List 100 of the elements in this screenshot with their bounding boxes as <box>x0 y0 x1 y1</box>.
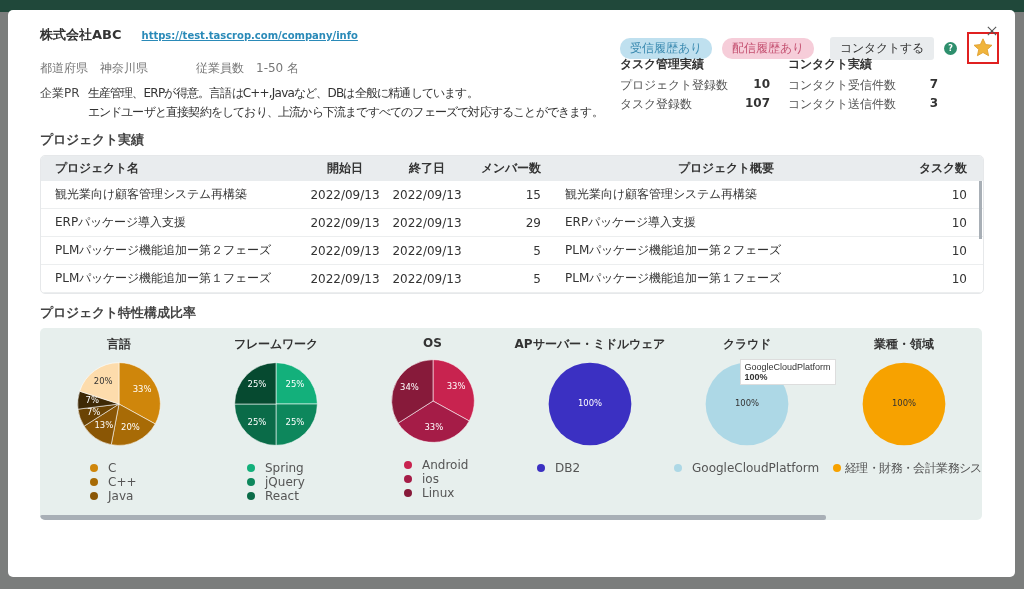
table-cell-text: 観光業向け顧客管理システム再構築 <box>54 186 248 203</box>
slice-label: 100% <box>577 397 602 408</box>
table-cell-text: 10 <box>950 215 968 230</box>
chart-title: クラウド <box>722 336 771 353</box>
pr-label: 企業PR <box>40 85 80 102</box>
table-cell-text: 2022/09/13 <box>391 271 463 286</box>
column-header: メンバー数 <box>480 160 542 177</box>
column-header: プロジェクト名 <box>54 160 140 177</box>
table-cell-text: 5 <box>532 271 542 286</box>
chart-title: OS <box>423 336 442 350</box>
section-title: プロジェクト実績 <box>40 131 145 149</box>
pie-slice[interactable] <box>390 359 433 424</box>
stats-label: コンタクト受信件数 <box>788 77 896 94</box>
table-cell-text: ERPパッケージ導入支援 <box>564 214 698 231</box>
close-icon[interactable] <box>987 26 997 36</box>
stats-label: コンタクト送信件数 <box>788 96 896 113</box>
slice-label: 25% <box>247 416 266 427</box>
slice-label: 100% <box>891 397 916 408</box>
legend-label: C++ <box>108 475 137 489</box>
slice-label: 20% <box>93 376 113 387</box>
table-cell-text: 2022/09/13 <box>309 187 381 202</box>
slice-label: 25% <box>285 378 304 389</box>
history-badge: 配信履歴あり <box>722 37 814 59</box>
slice-label: 100% <box>734 397 759 408</box>
slice-label: 33% <box>446 381 466 392</box>
help-icon[interactable]: ? <box>944 41 957 55</box>
legend-label: Linux <box>422 486 455 500</box>
column-header: プロジェクト概要 <box>677 160 775 177</box>
slice-label: 25% <box>247 378 266 389</box>
table-cell-text: 29 <box>524 215 542 230</box>
legend-label: C <box>108 461 117 475</box>
stats-value: 7 <box>929 77 938 93</box>
legend-label: jQuery <box>265 475 305 489</box>
stats-label: プロジェクト登録数 <box>620 77 728 94</box>
legend-label: 経理・財務・会計業務シス <box>845 461 982 475</box>
pie-slice[interactable] <box>548 362 631 446</box>
table-cell-text: PLMパッケージ機能追加ー第１フェーズ <box>54 270 273 287</box>
legend-label: DB2 <box>555 461 581 475</box>
legend-label: React <box>265 489 299 503</box>
chart-title: APサーバー・ミドルウェア <box>514 336 665 353</box>
slice-label: 33% <box>423 421 443 432</box>
slice-label: 20% <box>120 422 140 433</box>
table-cell-text: 5 <box>532 243 542 258</box>
pr-text: エンドユーザと直接契約をしており、上流から下流まですべてのフェーズで対応することができます。 <box>87 104 603 121</box>
section-title: プロジェクト特性構成比率 <box>40 304 197 322</box>
chart-title: 言語 <box>106 336 131 353</box>
table-cell-text: 2022/09/13 <box>391 243 463 258</box>
stats-label: タスク登録数 <box>620 96 692 113</box>
table-cell-text: 15 <box>524 187 542 202</box>
table-cell-text: 10 <box>950 187 968 202</box>
company-url-link[interactable]: https://test.tascrop.com/company/info <box>141 30 358 41</box>
legend-label: ios <box>422 472 439 486</box>
stats-title: タスク管理実績 <box>620 56 705 73</box>
pie-slice[interactable] <box>233 403 276 446</box>
slice-label: 7% <box>85 395 99 406</box>
table-cell-text: ERPパッケージ導入支援 <box>54 214 188 231</box>
table-cell-text: PLMパッケージ機能追加ー第１フェーズ <box>564 270 783 287</box>
chart-title: フレームワーク <box>233 336 318 353</box>
legend-label: GoogleCloudPlatform <box>692 461 820 475</box>
table-cell-text: 2022/09/13 <box>391 215 463 230</box>
tooltip-name: GoogleCloudPlatform <box>744 362 831 372</box>
employees-label: 従業員数 <box>196 60 244 77</box>
table-cell-text: 2022/09/13 <box>309 215 381 230</box>
pie-slice[interactable] <box>397 400 469 443</box>
pie-slice[interactable] <box>233 362 276 405</box>
table-cell-text: 10 <box>950 243 968 258</box>
legend-label: Android <box>422 458 469 472</box>
slice-label: 7% <box>86 407 100 417</box>
table-cell-text: 2022/09/13 <box>309 271 381 286</box>
stats-value: 10 <box>753 77 770 93</box>
column-header: 終了日 <box>408 160 446 177</box>
pie-slice[interactable] <box>78 362 119 405</box>
pr-text: 生産管理、ERPが得意。言語はC++,Javaなど、DBは全般に精通しています。 <box>87 85 479 102</box>
slice-label: 33% <box>132 384 152 395</box>
legend-label: Java <box>108 489 134 503</box>
slice-label: 34% <box>399 381 419 392</box>
table-cell-text: 2022/09/13 <box>309 243 381 258</box>
slice-label: 25% <box>285 416 304 427</box>
employees-value: 1-50 名 <box>256 60 300 77</box>
scrollbar[interactable] <box>979 181 982 239</box>
stats-value: 107 <box>744 96 770 112</box>
company-name: 株式会社ABC <box>40 26 122 44</box>
pie-slice[interactable] <box>432 359 475 422</box>
stats-value: 3 <box>929 96 938 112</box>
table-cell-text: PLMパッケージ機能追加ー第２フェーズ <box>54 242 273 259</box>
table-cell-text: 2022/09/13 <box>391 187 463 202</box>
column-header: タスク数 <box>918 160 968 177</box>
favorite-button[interactable] <box>967 32 999 64</box>
chart-title: 業種・領域 <box>873 336 934 353</box>
star-icon <box>972 37 994 59</box>
prefecture-label: 都道府県 <box>40 60 88 77</box>
table-cell-text: PLMパッケージ機能追加ー第２フェーズ <box>564 242 783 259</box>
scrollbar[interactable] <box>40 515 826 520</box>
tooltip-value: 100% <box>744 372 769 382</box>
column-header: 開始日 <box>326 160 364 177</box>
legend-label: Spring <box>265 461 304 475</box>
slice-label: 13% <box>94 420 113 431</box>
table-cell-text: 10 <box>950 271 968 286</box>
table-cell-text: 観光業向け顧客管理システム再構築 <box>564 186 758 203</box>
prefecture-value: 神奈川県 <box>100 60 148 77</box>
